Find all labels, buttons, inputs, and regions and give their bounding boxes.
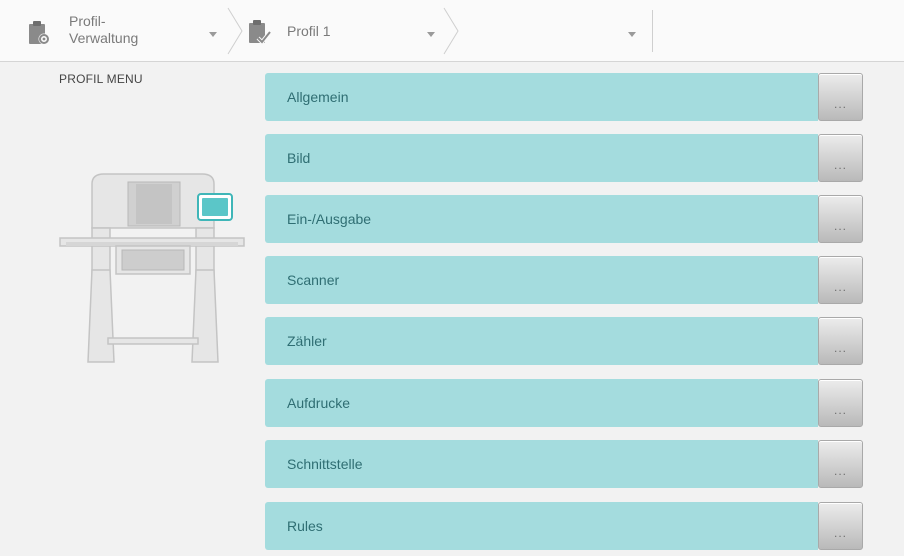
more-options-button[interactable]: ... bbox=[818, 73, 863, 121]
more-options-button[interactable]: ... bbox=[818, 379, 863, 427]
breadcrumb-label-line1: Profil- bbox=[69, 13, 106, 29]
more-options-button[interactable]: ... bbox=[818, 502, 863, 550]
menu-item-allgemein[interactable]: Allgemein bbox=[265, 73, 818, 121]
menu-item-label: Ein-/Ausgabe bbox=[287, 211, 372, 227]
menu-item-aufdrucke[interactable]: Aufdrucke bbox=[265, 379, 818, 427]
chevron-down-icon[interactable] bbox=[427, 32, 435, 37]
breadcrumb-profile-management[interactable]: Profil- Verwaltung bbox=[0, 0, 228, 62]
ellipsis-icon: ... bbox=[833, 464, 847, 478]
ellipsis-icon: ... bbox=[833, 403, 847, 417]
menu-item-label: Allgemein bbox=[287, 89, 349, 105]
top-navigation-bar: Profil- Verwaltung Profil 1 bbox=[0, 0, 904, 62]
menu-item-schnittstelle[interactable]: Schnittstelle bbox=[265, 440, 818, 488]
more-options-button[interactable]: ... bbox=[818, 134, 863, 182]
breadcrumb-label-line2: Verwaltung bbox=[69, 30, 139, 46]
ellipsis-icon: ... bbox=[833, 219, 847, 233]
sidebar-title: PROFIL MENU bbox=[59, 72, 143, 86]
menu-item-label: Rules bbox=[287, 518, 323, 534]
profile-settings-icon bbox=[29, 21, 50, 45]
menu-item-label: Bild bbox=[287, 150, 311, 166]
ellipsis-icon: ... bbox=[833, 280, 847, 294]
menu-item-ein-ausgabe[interactable]: Ein-/Ausgabe bbox=[265, 195, 818, 243]
chevron-down-icon[interactable] bbox=[209, 32, 217, 37]
more-options-button[interactable]: ... bbox=[818, 256, 863, 304]
breadcrumb-separator-icon bbox=[227, 7, 243, 55]
menu-item-scanner[interactable]: Scanner bbox=[265, 256, 818, 304]
ellipsis-icon: ... bbox=[833, 341, 847, 355]
more-options-button[interactable]: ... bbox=[818, 317, 863, 365]
menu-item-rules[interactable]: Rules bbox=[265, 502, 818, 550]
profile-check-icon bbox=[249, 20, 272, 45]
breadcrumb-separator-icon bbox=[443, 7, 459, 55]
divider bbox=[652, 10, 653, 52]
ellipsis-icon: ... bbox=[833, 526, 847, 540]
ellipsis-icon: ... bbox=[833, 97, 847, 111]
menu-item-zaehler[interactable]: Zähler bbox=[265, 317, 818, 365]
menu-item-label: Scanner bbox=[287, 272, 340, 288]
breadcrumb-label: Profil 1 bbox=[287, 23, 331, 39]
menu-item-label: Schnittstelle bbox=[287, 456, 363, 472]
breadcrumb-profile-select[interactable]: Profil 1 bbox=[244, 0, 444, 62]
more-options-button[interactable]: ... bbox=[818, 195, 863, 243]
more-options-button[interactable]: ... bbox=[818, 440, 863, 488]
menu-item-bild[interactable]: Bild bbox=[265, 134, 818, 182]
scanner-device-illustration bbox=[59, 173, 245, 363]
menu-item-label: Zähler bbox=[287, 333, 327, 349]
chevron-down-icon[interactable] bbox=[628, 32, 636, 37]
ellipsis-icon: ... bbox=[833, 158, 847, 172]
breadcrumb-empty-select[interactable] bbox=[460, 0, 652, 62]
menu-item-label: Aufdrucke bbox=[287, 395, 351, 411]
